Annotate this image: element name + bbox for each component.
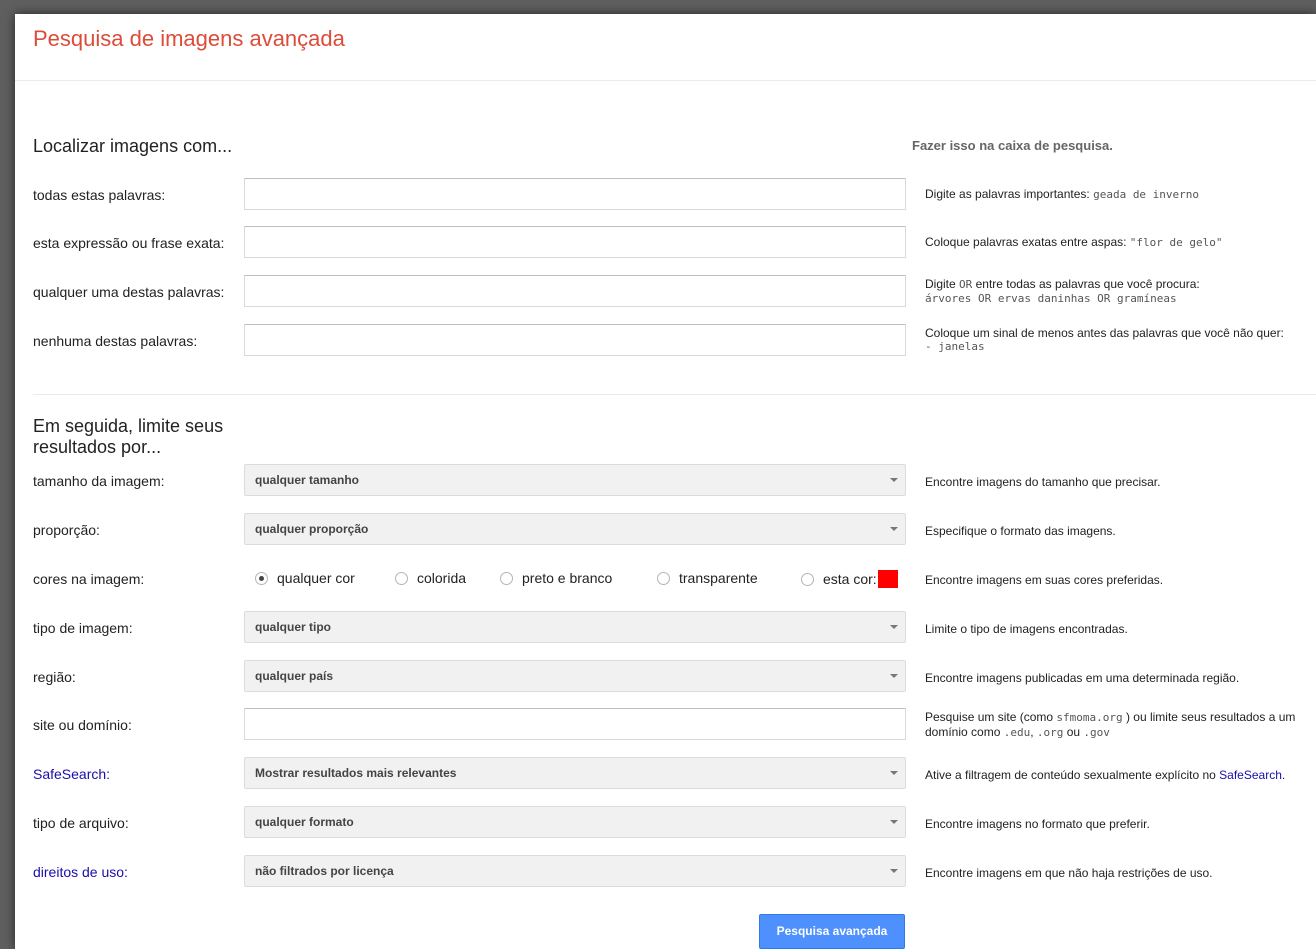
site-row: site ou domínio: Pesquise um site (como …	[15, 708, 1316, 742]
color-option-bw[interactable]: preto e branco	[500, 570, 612, 586]
limit-section-heading: Em seguida, limite seus resultados por..…	[33, 416, 224, 457]
any-words-input[interactable]	[244, 275, 906, 307]
image-size-label: tamanho da imagem:	[33, 473, 165, 489]
any-words-hint: Digite OR entre todas as palavras que vo…	[925, 277, 1200, 305]
site-label: site ou domínio:	[33, 717, 132, 733]
region-select[interactable]: qualquer país	[244, 660, 906, 692]
none-words-hint: Coloque um sinal de menos antes das pala…	[925, 326, 1284, 353]
file-type-select[interactable]: qualquer formato	[244, 806, 906, 838]
color-swatch[interactable]	[877, 570, 898, 588]
radio-icon	[801, 573, 814, 586]
image-size-select[interactable]: qualquer tamanho	[244, 464, 906, 496]
search-box-heading: Fazer isso na caixa de pesquisa.	[912, 138, 1113, 153]
all-words-row: todas estas palavras: Digite as palavras…	[15, 178, 1316, 212]
radio-icon	[500, 572, 513, 585]
radio-icon	[657, 572, 670, 585]
all-words-input[interactable]	[244, 178, 906, 210]
none-words-label: nenhuma destas palavras:	[33, 333, 198, 349]
dropdown-arrow-icon	[890, 625, 898, 629]
safesearch-link[interactable]: SafeSearch:	[33, 766, 110, 782]
usage-rights-select[interactable]: não filtrados por licença	[244, 855, 906, 887]
color-option-this-color[interactable]: esta cor:	[801, 570, 898, 588]
any-words-label: qualquer uma destas palavras:	[33, 284, 225, 300]
all-words-hint: Digite as palavras importantes: geada de…	[925, 187, 1200, 201]
image-type-hint: Limite o tipo de imagens encontradas.	[925, 622, 1128, 636]
site-hint: Pesquise um site (como sfmoma.org ) ou l…	[925, 710, 1296, 739]
any-words-row: qualquer uma destas palavras: Digite OR …	[15, 275, 1316, 309]
region-row: região: qualquer país Encontre imagens p…	[15, 660, 1316, 694]
color-option-transparent[interactable]: transparente	[657, 570, 758, 586]
header-divider	[15, 80, 1316, 81]
aspect-ratio-select[interactable]: qualquer proporção	[244, 513, 906, 545]
color-option-colorful[interactable]: colorida	[395, 570, 466, 586]
section-divider	[33, 394, 1316, 395]
color-option-any[interactable]: qualquer cor	[255, 570, 355, 586]
exact-phrase-input[interactable]	[244, 226, 906, 258]
image-type-select[interactable]: qualquer tipo	[244, 611, 906, 643]
radio-icon	[395, 572, 408, 585]
usage-rights-link[interactable]: direitos de uso:	[33, 864, 128, 880]
site-input[interactable]	[244, 708, 906, 740]
page-title: Pesquisa de imagens avançada	[33, 26, 345, 51]
dropdown-arrow-icon	[890, 527, 898, 531]
safesearch-hint: Ative a filtragem de conteúdo sexualment…	[925, 768, 1286, 782]
safesearch-select[interactable]: Mostrar resultados mais relevantes	[244, 757, 906, 789]
find-section-heading: Localizar imagens com...	[33, 136, 233, 156]
region-label: região:	[33, 669, 76, 685]
dropdown-arrow-icon	[890, 674, 898, 678]
dropdown-arrow-icon	[890, 771, 898, 775]
file-type-row: tipo de arquivo: qualquer formato Encont…	[15, 806, 1316, 840]
aspect-ratio-hint: Especifique o formato das imagens.	[925, 524, 1116, 538]
region-hint: Encontre imagens publicadas em uma deter…	[925, 671, 1240, 685]
none-words-row: nenhuma destas palavras: Coloque um sina…	[15, 324, 1316, 358]
exact-phrase-label: esta expressão ou frase exata:	[33, 235, 225, 251]
color-radio-group: qualquer cor colorida preto e branco tra…	[244, 562, 906, 594]
usage-rights-hint: Encontre imagens em que não haja restriç…	[925, 866, 1213, 880]
usage-rights-row: direitos de uso: não filtrados por licen…	[15, 855, 1316, 889]
none-words-input[interactable]	[244, 324, 906, 356]
dropdown-arrow-icon	[890, 820, 898, 824]
image-type-row: tipo de imagem: qualquer tipo Limite o t…	[15, 611, 1316, 645]
safesearch-row: SafeSearch: Mostrar resultados mais rele…	[15, 757, 1316, 791]
exact-phrase-hint: Coloque palavras exatas entre aspas: "fl…	[925, 235, 1223, 249]
colors-label: cores na imagem:	[33, 571, 145, 587]
exact-phrase-row: esta expressão ou frase exata: Coloque p…	[15, 226, 1316, 260]
aspect-ratio-row: proporção: qualquer proporção Especifiqu…	[15, 513, 1316, 547]
image-size-row: tamanho da imagem: qualquer tamanho Enco…	[15, 464, 1316, 498]
advanced-search-button[interactable]: Pesquisa avançada	[759, 914, 905, 949]
all-words-label: todas estas palavras:	[33, 187, 166, 203]
file-type-label: tipo de arquivo:	[33, 815, 129, 831]
dropdown-arrow-icon	[890, 869, 898, 873]
aspect-ratio-label: proporção:	[33, 522, 100, 538]
file-type-hint: Encontre imagens no formato que preferir…	[925, 817, 1150, 831]
advanced-image-search-page: Pesquisa de imagens avançada Localizar i…	[15, 14, 1316, 949]
safesearch-hint-link[interactable]: SafeSearch	[1219, 768, 1282, 782]
radio-checked-icon	[255, 572, 268, 585]
colors-hint: Encontre imagens em suas cores preferida…	[925, 573, 1164, 587]
colors-row: cores na imagem: qualquer cor colorida p…	[15, 562, 1316, 596]
image-size-hint: Encontre imagens do tamanho que precisar…	[925, 475, 1161, 489]
dropdown-arrow-icon	[890, 478, 898, 482]
image-type-label: tipo de imagem:	[33, 620, 133, 636]
